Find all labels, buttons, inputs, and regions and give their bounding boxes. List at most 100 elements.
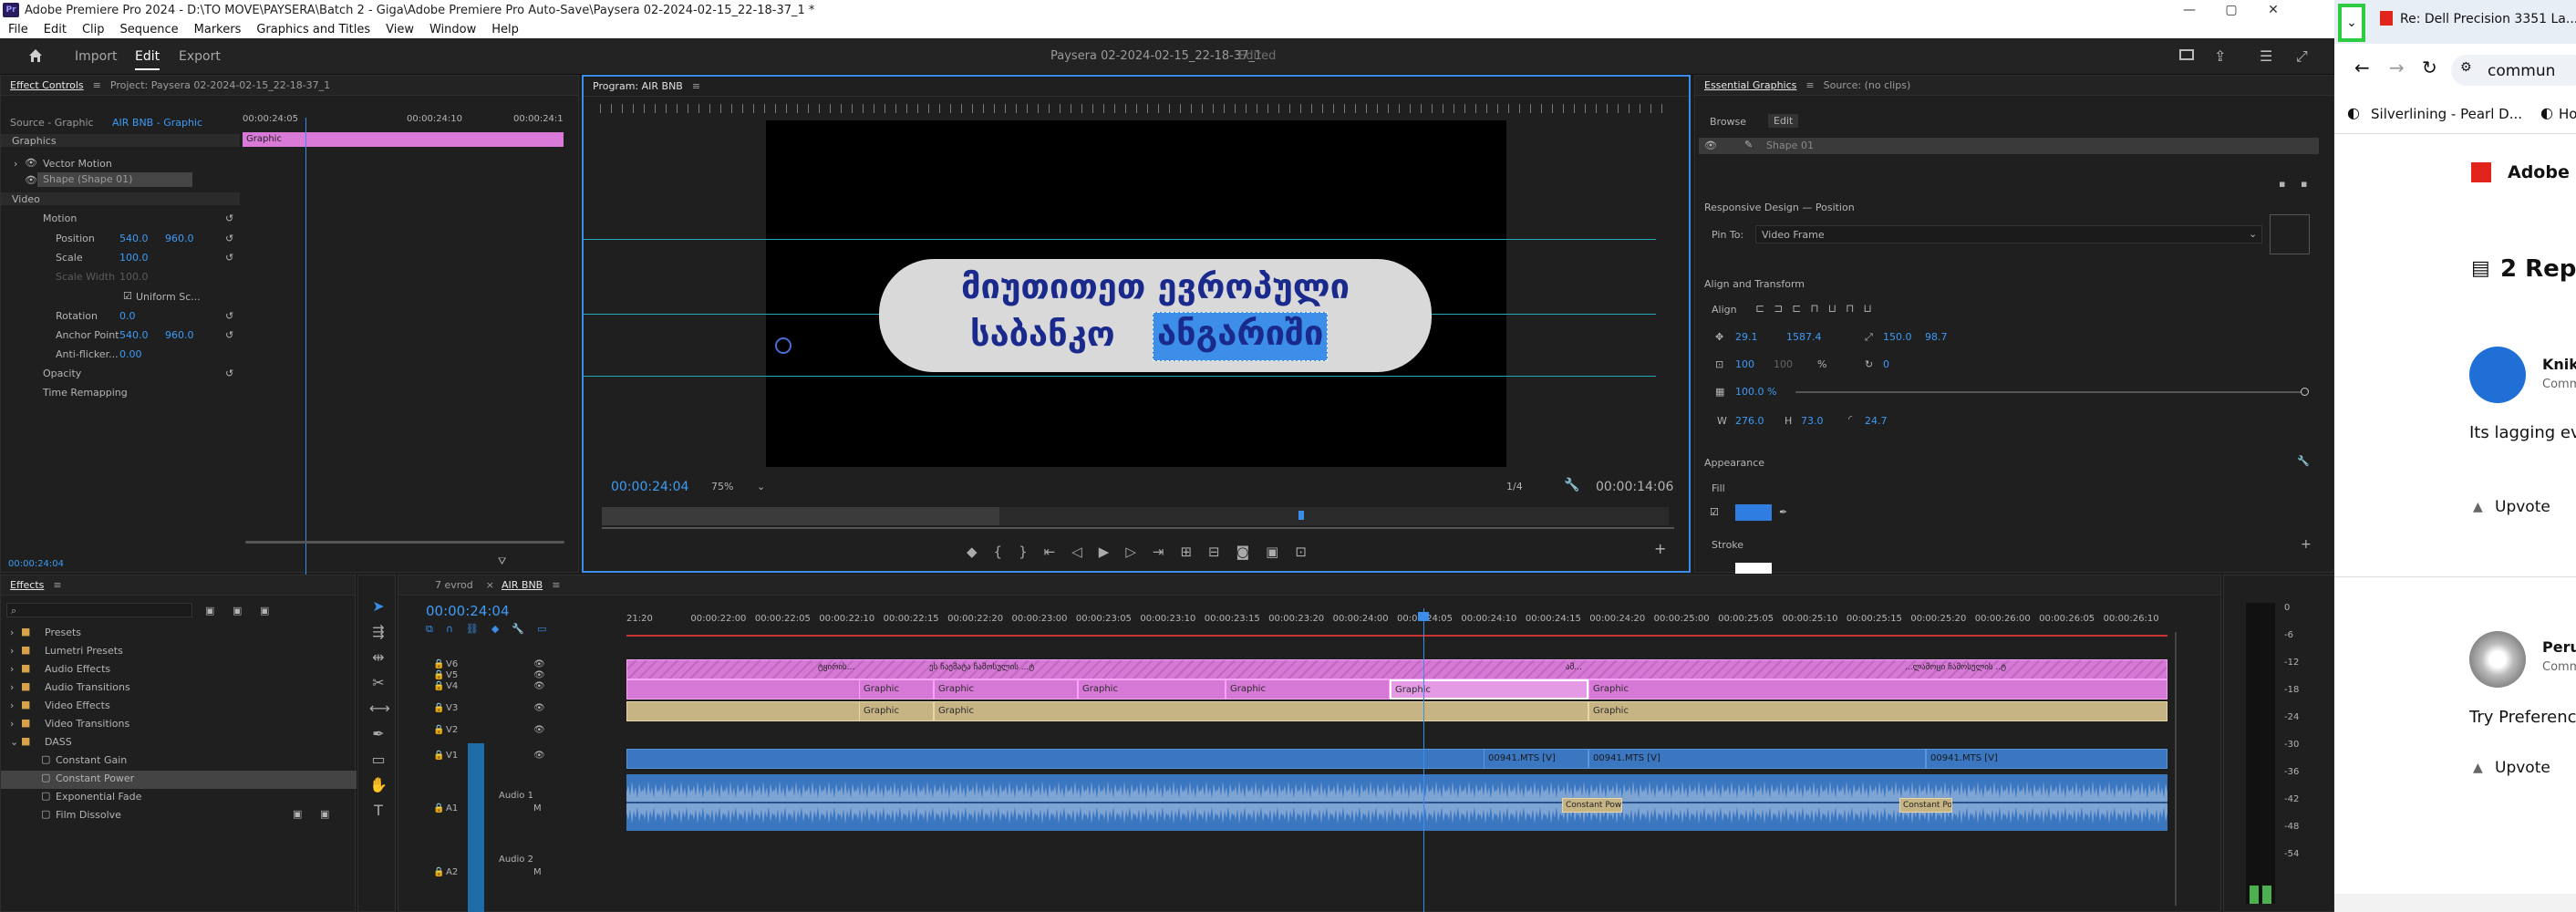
shape-layer-row[interactable]: Shape (Shape 01): [37, 172, 192, 187]
mts-clip[interactable]: 00941.MTS [V]: [1926, 749, 2167, 769]
workspaces-menu-icon[interactable]: ☰: [2260, 47, 2272, 65]
uniform-scale-checkbox[interactable]: ☑: [123, 290, 132, 302]
tree-item-audio-effects[interactable]: › ■ Audio Effects: [1, 661, 240, 679]
minimize-button[interactable]: —: [2168, 0, 2210, 20]
eg-anchor-x[interactable]: 150.0: [1883, 331, 1912, 343]
graphic-clip[interactable]: Graphic: [934, 701, 1588, 721]
tree-item-video-effects[interactable]: › ■ Video Effects: [1, 698, 240, 716]
upvote-icon[interactable]: ▲: [2473, 500, 2483, 514]
selection-tool-icon[interactable]: ➤: [369, 594, 388, 619]
opacity-slider-handle[interactable]: [2301, 388, 2309, 396]
eg-scale-x[interactable]: 100: [1735, 358, 1754, 370]
fullscreen-icon[interactable]: ⤢: [2296, 47, 2308, 66]
mts-clip[interactable]: 00941.MTS [V]: [1484, 749, 1588, 769]
reset-icon[interactable]: ↺: [225, 212, 233, 224]
graphic-clip[interactable]: Graphic: [1226, 679, 1390, 700]
upvote-button[interactable]: Upvote: [2495, 498, 2550, 516]
bookmark-1[interactable]: Silverlining - Pearl D...: [2371, 106, 2522, 122]
eg-rotation[interactable]: 0: [1883, 358, 1889, 370]
tab-sequence-airbnb[interactable]: AIR BNB: [498, 579, 552, 591]
menu-markers[interactable]: Markers: [186, 23, 249, 36]
visibility-icon[interactable]: 👁: [533, 703, 545, 713]
anchor-y-value[interactable]: 960.0: [165, 329, 194, 341]
graphic-line2a[interactable]: საბანკო: [970, 314, 1115, 354]
ec-clip-bar[interactable]: Graphic: [243, 132, 564, 147]
tab-program[interactable]: Program: AIR BNB: [584, 80, 692, 92]
tab-effects[interactable]: Effects: [1, 579, 53, 591]
tree-item-presets[interactable]: › ■ Presets: [1, 625, 240, 643]
track-label-v1[interactable]: V1: [446, 751, 458, 761]
effects-search-input[interactable]: ⌕: [6, 603, 192, 617]
hand-tool-icon[interactable]: ✋: [369, 772, 388, 798]
tab-browse[interactable]: Browse: [1710, 116, 1746, 128]
32bit-icon[interactable]: ▣: [233, 605, 242, 617]
fill-color-swatch[interactable]: [1735, 504, 1772, 521]
reset-icon[interactable]: ↺: [225, 329, 233, 341]
layer-row-shape01[interactable]: 👁 ✎ Shape 01: [1699, 138, 2319, 154]
accelerated-icon[interactable]: ▣: [205, 605, 214, 617]
rotation-value[interactable]: 0.0: [119, 310, 136, 322]
tab-edit[interactable]: Edit: [135, 49, 160, 70]
lock-icon[interactable]: 🔒: [433, 703, 444, 713]
eg-pos-x[interactable]: 29.1: [1735, 331, 1758, 343]
filter-icon[interactable]: ⛛: [498, 555, 506, 568]
extract-icon[interactable]: ⊟: [1208, 544, 1236, 560]
track-label-v5[interactable]: V5: [446, 670, 458, 680]
align-center-icon[interactable]: ⊐: [1774, 302, 1792, 315]
menu-edit[interactable]: Edit: [36, 23, 74, 36]
avatar[interactable]: [2469, 631, 2526, 688]
visibility-icon[interactable]: 👁: [533, 751, 545, 761]
tab-edit-eg[interactable]: Edit: [1768, 114, 1799, 128]
lock-icon[interactable]: 🔒: [433, 725, 444, 735]
eg-anchor-y[interactable]: 98.7: [1925, 331, 1948, 343]
mute-icon[interactable]: M: [533, 803, 542, 814]
stroke-color-swatch[interactable]: [1735, 563, 1772, 574]
step-back-icon[interactable]: ◁: [1071, 544, 1099, 560]
export-frame-icon[interactable]: ◙: [1236, 544, 1267, 560]
tab-essential-graphics[interactable]: Essential Graphics: [1695, 79, 1805, 91]
eg-width[interactable]: 276.0: [1735, 415, 1764, 427]
antiflicker-value[interactable]: 0.00: [119, 348, 142, 360]
timeline-playhead-line[interactable]: [1423, 608, 1424, 912]
tree-item-lumetri[interactable]: › ■ Lumetri Presets: [1, 643, 240, 661]
pen-tool-icon[interactable]: ✒: [369, 721, 388, 747]
timeline-settings-icon[interactable]: 🔧: [512, 623, 537, 635]
align-top-icon[interactable]: ⊓: [1810, 302, 1827, 315]
menu-window[interactable]: Window: [421, 23, 483, 36]
quality-select[interactable]: 1/4: [1506, 481, 1523, 492]
close-icon[interactable]: ×: [482, 579, 498, 591]
layer-options-icon[interactable]: ▪: [2301, 178, 2307, 190]
tab-source[interactable]: Source: (no clips): [1815, 79, 1920, 91]
panel-menu-icon[interactable]: ≡: [552, 579, 560, 591]
upvote-button[interactable]: Upvote: [2495, 759, 2550, 777]
menu-graphics[interactable]: Graphics and Titles: [248, 23, 378, 36]
reload-icon[interactable]: ↻: [2422, 57, 2437, 78]
distribute-icon[interactable]: ⊔: [1863, 302, 1880, 315]
align-middle-icon[interactable]: ⊔: [1828, 302, 1846, 315]
effect-film-dissolve[interactable]: ▢ Film Dissolve ▣ ▣: [1, 807, 357, 825]
browser-tab-title[interactable]: Re: Dell Precision 3351 La...: [2400, 12, 2576, 26]
lift-icon[interactable]: ⊞: [1180, 544, 1208, 560]
zoom-select[interactable]: 75%: [711, 481, 733, 492]
mark-in-icon[interactable]: {: [994, 544, 1019, 560]
go-to-out-icon[interactable]: ⇥: [1153, 544, 1181, 560]
snap-icon[interactable]: ∩: [446, 623, 466, 635]
tab-effect-controls[interactable]: Effect Controls: [1, 79, 93, 91]
eg-pos-y[interactable]: 1587.4: [1786, 331, 1822, 343]
menu-view[interactable]: View: [378, 23, 421, 36]
program-timecode[interactable]: 00:00:24:04: [611, 480, 688, 494]
user-name[interactable]: Knik: [2542, 356, 2576, 373]
program-playhead[interactable]: [1298, 511, 1304, 520]
marker-icon[interactable]: ◆: [967, 544, 994, 560]
expand-icon[interactable]: ›: [14, 158, 17, 170]
tab-export[interactable]: Export: [179, 49, 221, 64]
lock-icon[interactable]: 🔒: [433, 867, 444, 877]
track-select-icon[interactable]: ⇶: [369, 619, 388, 645]
add-marker-icon[interactable]: ◆: [491, 623, 512, 635]
yuv-icon[interactable]: ▣: [260, 605, 269, 617]
wrench-icon[interactable]: 🔧: [1564, 478, 1579, 492]
visibility-icon[interactable]: 👁: [533, 681, 545, 691]
tree-item-video-transitions[interactable]: › ■ Video Transitions: [1, 716, 240, 734]
captions-icon[interactable]: ▭: [537, 623, 559, 635]
visibility-icon[interactable]: 👁: [533, 725, 545, 735]
